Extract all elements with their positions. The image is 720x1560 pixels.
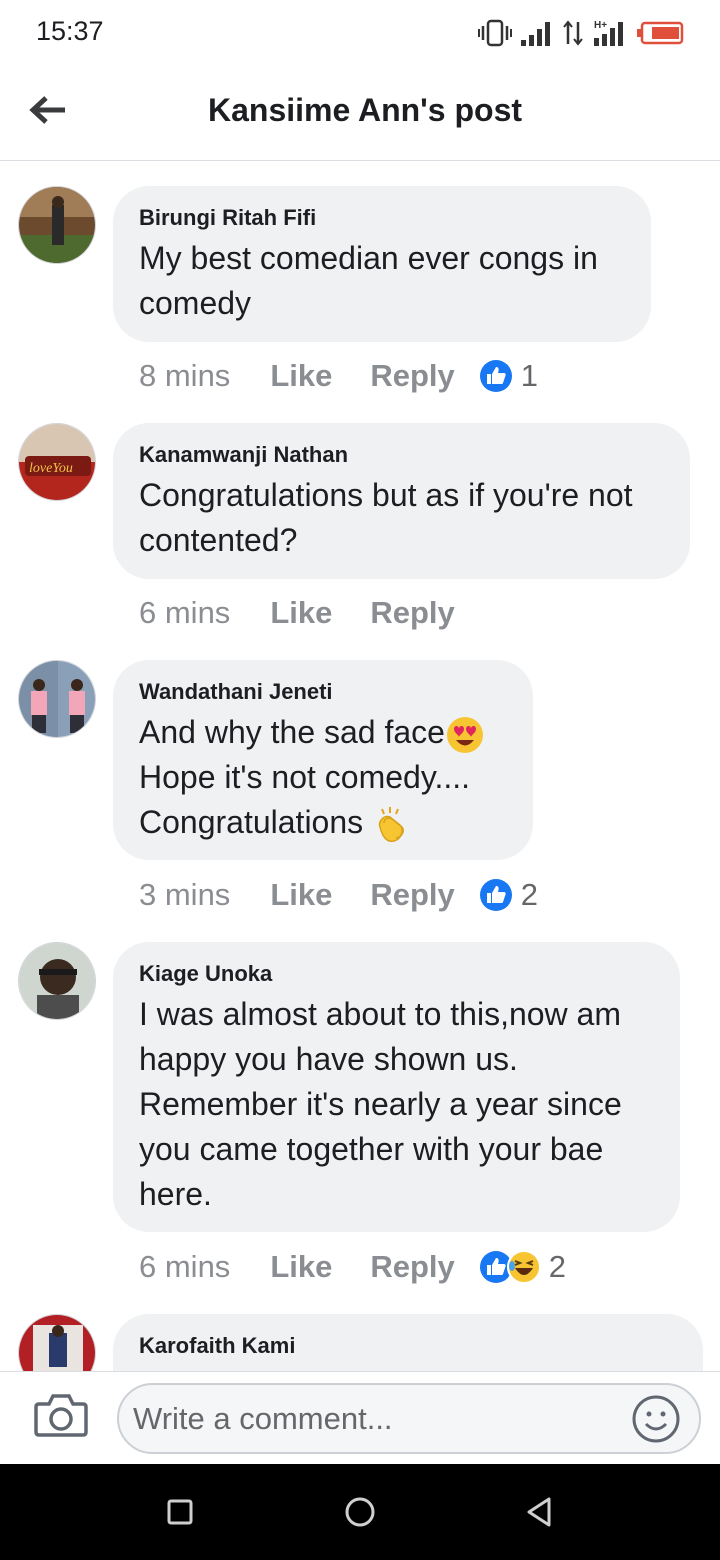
camera-button[interactable]	[34, 1392, 88, 1440]
comment-bubble[interactable]: Kanamwanji Nathan Congratulations but as…	[113, 423, 690, 579]
comment-line: Congratulations	[139, 800, 507, 845]
comment-bubble[interactable]: Birungi Ritah Fifi My best comedian ever…	[113, 186, 651, 342]
like-button[interactable]: Like	[270, 595, 332, 631]
hplus-signal-icon: H+	[594, 20, 623, 46]
clapping-hands-emoji-icon	[378, 806, 404, 842]
vibrate-icon	[478, 19, 512, 47]
comment-time[interactable]: 3 mins	[139, 877, 230, 913]
comment-actions: 8 mins Like Reply 1	[139, 354, 538, 398]
haha-reaction-icon	[506, 1250, 541, 1284]
avatar[interactable]	[18, 942, 96, 1020]
status-bar: 15:37 H+	[0, 0, 720, 66]
status-time: 15:37	[36, 16, 104, 46]
battery-low-icon	[637, 21, 684, 45]
reply-button[interactable]: Reply	[370, 877, 454, 913]
comment-line: Congratulations but as if you're not	[139, 477, 633, 513]
reaction-summary[interactable]: 2	[479, 877, 538, 913]
comment-input-bar: Write a comment...	[0, 1371, 720, 1464]
comment-time[interactable]: 8 mins	[139, 358, 230, 394]
avatar[interactable]	[18, 660, 96, 738]
comment-author[interactable]: Kiage Unoka	[139, 960, 654, 988]
reaction-count: 2	[520, 877, 539, 912]
recents-button[interactable]	[162, 1494, 198, 1530]
circle-home-icon	[345, 1497, 375, 1527]
triangle-back-icon	[527, 1497, 551, 1527]
reaction-summary[interactable]: 2	[479, 1249, 566, 1285]
comment-line: My best comedian ever congs in	[139, 240, 598, 276]
camera-icon	[34, 1394, 88, 1437]
comment-line: And why the sad face	[139, 710, 507, 755]
home-button[interactable]	[342, 1494, 378, 1530]
comment-bubble[interactable]: Wandathani Jeneti And why the sad face H…	[113, 660, 533, 860]
comment-actions: 6 mins Like Reply	[139, 591, 455, 635]
comment-bubble[interactable]: Karofaith Kami	[113, 1314, 703, 1371]
comment-line: here.	[139, 1176, 212, 1212]
comment-actions: 6 mins Like Reply 2	[139, 1245, 566, 1289]
comment-author[interactable]: Kanamwanji Nathan	[139, 441, 664, 469]
svg-text:loveYou: loveYou	[29, 461, 73, 476]
comment-line-text: And why the sad face	[139, 714, 445, 750]
data-arrows-icon	[563, 20, 583, 46]
comment-author[interactable]: Birungi Ritah Fifi	[139, 204, 625, 232]
comment-line: happy you have shown us.	[139, 1041, 518, 1077]
avatar[interactable]	[18, 186, 96, 264]
comment-line: Remember it's nearly a year since	[139, 1086, 622, 1122]
comment-text: My best comedian ever congs in comedy	[139, 236, 625, 326]
system-nav-bar	[0, 1464, 720, 1560]
comment-input[interactable]: Write a comment...	[117, 1383, 701, 1454]
like-reaction-icon	[479, 360, 512, 392]
comment-line-text: Congratulations	[139, 804, 364, 840]
comment-author[interactable]: Wandathani Jeneti	[139, 678, 507, 706]
comment-text: And why the sad face Hope it's not comed…	[139, 710, 507, 845]
status-icons: H+	[478, 16, 684, 50]
emoji-button[interactable]	[631, 1394, 681, 1444]
like-button[interactable]: Like	[270, 358, 332, 394]
signal-icon	[521, 22, 550, 46]
like-button[interactable]: Like	[270, 1249, 332, 1285]
comment-line: contented?	[139, 522, 298, 558]
comment-time[interactable]: 6 mins	[139, 1249, 230, 1285]
avatar[interactable]	[18, 1314, 96, 1371]
reaction-count: 1	[520, 358, 539, 393]
reaction-count: 2	[548, 1249, 567, 1284]
avatar[interactable]: loveYou	[18, 423, 96, 501]
heart-eyes-emoji-icon	[446, 716, 483, 753]
comment-line: you came together with your bae	[139, 1131, 604, 1167]
post-header: Kansiime Ann's post	[0, 66, 720, 161]
like-reaction-icon	[479, 879, 512, 911]
comment-line: Hope it's not comedy....	[139, 759, 470, 795]
comment-line: comedy	[139, 285, 252, 321]
comment-input-placeholder: Write a comment...	[133, 1400, 393, 1436]
comments-list[interactable]: Birungi Ritah Fifi My best comedian ever…	[0, 161, 720, 1371]
like-button[interactable]: Like	[270, 877, 332, 913]
comment-text: I was almost about to this,now am happy …	[139, 992, 654, 1217]
system-back-button[interactable]	[522, 1494, 558, 1530]
comment-actions: 3 mins Like Reply 2	[139, 873, 538, 917]
svg-text:H+: H+	[594, 20, 607, 31]
reply-button[interactable]: Reply	[370, 358, 454, 394]
smiley-icon	[632, 1395, 680, 1443]
reply-button[interactable]: Reply	[370, 1249, 454, 1285]
comment-bubble[interactable]: Kiage Unoka I was almost about to this,n…	[113, 942, 680, 1232]
square-recents-icon	[167, 1499, 193, 1525]
reaction-summary[interactable]: 1	[479, 358, 538, 394]
comment-line: I was almost about to this,now am	[139, 996, 621, 1032]
reply-button[interactable]: Reply	[370, 595, 454, 631]
page-title: Kansiime Ann's post	[207, 92, 523, 128]
comment-text: Congratulations but as if you're not con…	[139, 473, 664, 563]
comment-author[interactable]: Karofaith Kami	[139, 1332, 677, 1360]
comment-time[interactable]: 6 mins	[139, 595, 230, 631]
